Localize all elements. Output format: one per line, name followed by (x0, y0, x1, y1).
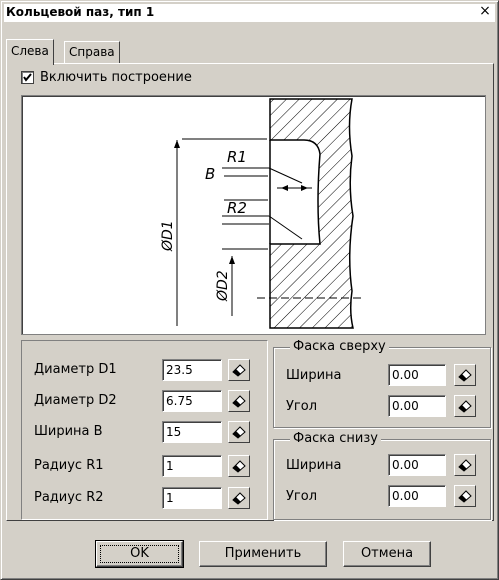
eraser-pick-icon (232, 492, 246, 505)
focus-ring (100, 545, 179, 563)
chamfer-bottom-width-label: Ширина (286, 458, 342, 473)
width-b-pick-button[interactable] (228, 421, 250, 443)
diameter-d2-pick-button[interactable] (228, 390, 250, 412)
eraser-pick-icon (458, 490, 472, 503)
enable-build-label: Включить построение (40, 70, 192, 85)
dialog-window: Кольцевой паз, тип 1 × Слева Справа Вклю… (0, 0, 499, 580)
chamfer-bottom-title: Фаска снизу (290, 431, 381, 446)
label-r2: R2 (227, 199, 247, 217)
diameter-d1-pick-button[interactable] (228, 359, 250, 381)
label-d1: ØD1 (160, 220, 176, 252)
eraser-pick-icon (232, 364, 246, 377)
part-section (269, 98, 354, 329)
chamfer-bottom-angle-label: Угол (286, 489, 318, 504)
eraser-pick-icon (458, 369, 472, 382)
diameter-d1-field[interactable]: 23.5 (162, 359, 222, 381)
window-title: Кольцевой паз, тип 1 (6, 5, 155, 19)
chamfer-top-width-field[interactable]: 0.00 (388, 364, 446, 386)
radius-r2-pick-button[interactable] (228, 487, 250, 509)
apply-button[interactable]: Применить (199, 541, 327, 567)
enable-build-checkbox[interactable] (21, 71, 34, 84)
chamfer-bottom-angle-field[interactable]: 0.00 (388, 485, 446, 507)
eraser-pick-icon (232, 395, 246, 408)
chamfer-bottom-width-field[interactable]: 0.00 (388, 454, 446, 476)
title-bar[interactable]: Кольцевой паз, тип 1 × (4, 4, 495, 22)
chamfer-bottom-angle-pick-button[interactable] (454, 485, 476, 507)
label-diameter-d1: Диаметр D1 (34, 362, 117, 377)
tab-right-label: Справа (69, 45, 115, 59)
chamfer-bottom-group: Фаска снизу Ширина 0.00 Угол 0.00 (273, 431, 491, 520)
cancel-button[interactable]: Отмена (343, 541, 431, 567)
groove-sketch: R1 B R2 ØD1 ØD2 (160, 98, 362, 329)
label-width-b: Ширина B (34, 424, 103, 439)
ok-button[interactable]: OK (95, 540, 184, 568)
chamfer-bottom-width-pick-button[interactable] (454, 454, 476, 476)
tab-left[interactable]: Слева (6, 39, 54, 65)
tab-right[interactable]: Справа (64, 41, 120, 63)
label-r1: R1 (227, 148, 247, 166)
dimensions-panel: Диаметр D1 23.5 Диаметр D2 6.75 Ширина B… (21, 340, 268, 520)
label-radius-r2: Радиус R2 (34, 490, 104, 505)
chamfer-top-angle-pick-button[interactable] (454, 395, 476, 417)
apply-button-label: Применить (224, 546, 302, 561)
chamfer-top-group: Фаска сверху Ширина 0.00 Угол 0.00 (273, 339, 491, 428)
groove-preview-drawing: R1 B R2 ØD1 ØD2 (21, 95, 486, 335)
cancel-button-label: Отмена (360, 546, 414, 561)
label-d2: ØD2 (215, 270, 231, 302)
close-icon[interactable]: × (477, 4, 493, 20)
label-radius-r1: Радиус R1 (34, 458, 104, 473)
chamfer-top-width-label: Ширина (286, 368, 342, 383)
eraser-pick-icon (232, 460, 246, 473)
eraser-pick-icon (232, 426, 246, 439)
chamfer-top-angle-field[interactable]: 0.00 (388, 395, 446, 417)
chamfer-top-title: Фаска сверху (290, 339, 389, 354)
diameter-d2-field[interactable]: 6.75 (162, 390, 222, 412)
chamfer-top-width-pick-button[interactable] (454, 364, 476, 386)
radius-r1-field[interactable]: 1 (162, 455, 222, 477)
label-b: B (205, 165, 215, 183)
label-diameter-d2: Диаметр D2 (34, 393, 117, 408)
eraser-pick-icon (458, 400, 472, 413)
eraser-pick-icon (458, 459, 472, 472)
chamfer-top-angle-label: Угол (286, 399, 318, 414)
tab-left-label: Слева (11, 44, 49, 58)
radius-r1-pick-button[interactable] (228, 455, 250, 477)
width-b-field[interactable]: 15 (162, 421, 222, 443)
check-icon (23, 73, 32, 82)
radius-r2-field[interactable]: 1 (162, 487, 222, 509)
